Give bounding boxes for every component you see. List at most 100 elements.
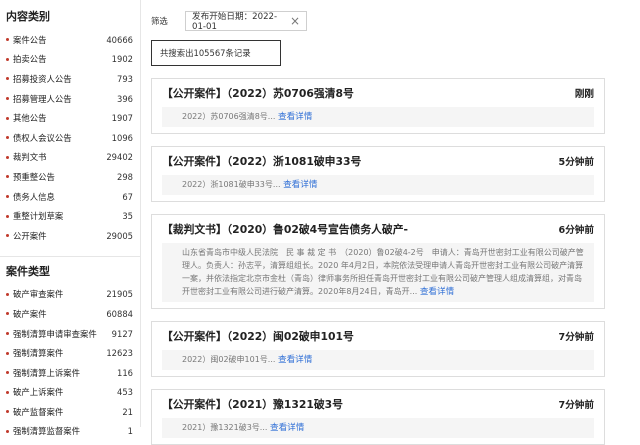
sidebar-item-label: 其他公告 [13,113,47,124]
sidebar-item[interactable]: 强制清算案件 12623 [0,343,140,363]
sidebar-item[interactable]: 破产案件 60884 [0,304,140,324]
result-snippet: 山东省青岛市中级人民法院 民 事 裁 定 书 （2020）鲁02破4-2号 申请… [182,248,584,296]
sidebar-item[interactable]: 预重整公告 298 [0,167,140,187]
sidebar-item-label: 预重整公告 [13,171,55,182]
sidebar-item[interactable]: 强制清算监督案件 1 [0,422,140,442]
sidebar-divider [0,255,140,257]
sidebar-item-count: 793 [117,73,133,84]
bullet-icon [6,214,9,218]
sidebar-item-label: 强制清算监督案件 [13,426,80,437]
sidebar-item-left: 重整计划草案 [6,210,63,222]
filter-row: 筛选 发布开始日期：2022-01-01 × [151,10,640,32]
sidebar-item[interactable]: 强制清算上诉案件 116 [0,363,140,383]
result-snippet-box: 山东省青岛市中级人民法院 民 事 裁 定 书 （2020）鲁02破4-2号 申请… [162,243,594,302]
filter-chip-publish-date[interactable]: 发布开始日期：2022-01-01 × [185,11,307,32]
view-details-link[interactable]: 查看详情 [278,355,312,365]
sidebar-item-count: 453 [117,387,133,398]
result-snippet: 2022）闽02破申101号... [182,355,276,364]
bullet-icon [6,57,9,61]
sidebar-item[interactable]: 破产上诉案件 453 [0,383,140,403]
sidebar-item[interactable]: 公开案件 29005 [0,226,140,246]
sidebar-item[interactable]: 案件公告 40666 [0,30,140,50]
bullet-icon [6,38,9,42]
view-details-link[interactable]: 查看详情 [420,287,454,297]
result-card[interactable]: 【公开案件】（2021）豫1321破3号 7分钟前 2021）豫1321破3号...… [151,389,605,445]
result-snippet-box: 2022）苏0706强清8号... 查看详情 [162,107,594,127]
sidebar-item-count: 40666 [106,34,133,45]
result-card[interactable]: 【公开案件】（2022）浙1081破申33号 5分钟前 2022）浙1081破申33… [151,146,605,202]
result-card[interactable]: 【公开案件】（2022）苏0706强清8号 刚刚 2022）苏0706强清8号...… [151,78,605,134]
filter-label: 筛选 [151,16,168,26]
sidebar-item-label: 招募管理人公告 [13,93,72,104]
sidebar-item-count: 298 [117,171,133,182]
bullet-icon [6,195,9,199]
result-title[interactable]: 【裁判文书】（2020）鲁02破4号宣告债务人破产- [162,221,408,237]
bullet-icon [6,97,9,101]
sidebar-item-count: 60884 [106,308,133,319]
sidebar-item-left: 破产监督案件 [6,406,63,418]
sidebar-item-label: 破产案件 [13,308,47,319]
bullet-icon [6,410,9,414]
sidebar-item-count: 21905 [106,289,133,300]
sidebar-item[interactable]: 债务人信息 67 [0,187,140,207]
sidebar-item[interactable]: 破产审查案件 21905 [0,285,140,305]
sidebar-item-label: 招募投资人公告 [13,73,72,84]
sidebar-item[interactable]: 拍卖公告 1902 [0,50,140,70]
bullet-icon [6,175,9,179]
sidebar-item-left: 拍卖公告 [6,53,47,65]
sidebar-item[interactable]: 招募管理人公告 396 [0,89,140,109]
result-time: 7分钟前 [558,400,594,411]
close-icon[interactable]: × [290,14,300,28]
sidebar-item-label: 强制清算申请审查案件 [13,328,97,339]
sidebar-item-count: 1 [127,426,133,437]
sidebar-item-left: 裁判文书 [6,151,47,163]
result-title[interactable]: 【公开案件】（2022）闽02破申101号 [162,328,354,344]
bullet-icon [6,312,9,316]
sidebar: 内容类别 案件公告 40666 拍卖公告 1902 招募投资人公告 793 招募管理人公告 3… [0,0,141,436]
bullet-icon [6,371,9,375]
sidebar-item[interactable]: 债权人会议公告 1096 [0,128,140,148]
sidebar-item-count: 12623 [106,348,133,359]
result-snippet-box: 2022）闽02破申101号... 查看详情 [162,350,594,370]
result-snippet: 2022）苏0706强清8号... [182,112,276,121]
content-type-title: 内容类别 [6,10,50,23]
content-type-section: 内容类别 案件公告 40666 拍卖公告 1902 招募投资人公告 793 招募管理人公告 3… [0,8,140,246]
sidebar-item-left: 公开案件 [6,230,47,242]
view-details-link[interactable]: 查看详情 [278,112,312,122]
result-title[interactable]: 【公开案件】（2022）浙1081破申33号 [162,153,361,169]
sidebar-item-label: 裁判文书 [13,152,47,163]
sidebar-item-count: 1907 [111,113,133,124]
result-time: 5分钟前 [558,157,594,168]
result-time: 7分钟前 [558,332,594,343]
sidebar-item-count: 29005 [106,230,133,241]
sidebar-item[interactable]: 强制清算申请审查案件 9127 [0,324,140,344]
sidebar-item-count: 9127 [111,328,133,339]
sidebar-item-left: 强制清算上诉案件 [6,367,80,379]
sidebar-item-left: 招募投资人公告 [6,73,72,85]
result-title[interactable]: 【公开案件】（2021）豫1321破3号 [162,396,343,412]
sidebar-item-label: 重整计划草案 [13,211,64,222]
sidebar-item[interactable]: 重整计划草案 35 [0,206,140,226]
main-content: 筛选 发布开始日期：2022-01-01 × 共搜索出105567条记录 【公开… [141,0,640,445]
sidebar-item-count: 67 [122,191,133,202]
result-title[interactable]: 【公开案件】（2022）苏0706强清8号 [162,85,354,101]
sidebar-item[interactable]: 裁判文书 29402 [0,148,140,168]
bullet-icon [6,155,9,159]
sidebar-item[interactable]: 其他公告 1907 [0,108,140,128]
bullet-icon [6,292,9,296]
result-time: 刚刚 [574,89,594,100]
sidebar-item-left: 破产上诉案件 [6,386,63,398]
bullet-icon [6,390,9,394]
sidebar-item-count: 396 [117,93,133,104]
sidebar-item-label: 拍卖公告 [13,54,47,65]
sidebar-item-left: 债务人信息 [6,191,55,203]
result-card[interactable]: 【公开案件】（2022）闽02破申101号 7分钟前 2022）闽02破申101号.… [151,321,605,377]
sidebar-item[interactable]: 招募投资人公告 793 [0,69,140,89]
sidebar-item[interactable]: 破产监督案件 21 [0,402,140,422]
view-details-link[interactable]: 查看详情 [283,180,317,190]
sidebar-item-count: 35 [122,211,133,222]
result-card[interactable]: 【裁判文书】（2020）鲁02破4号宣告债务人破产- 6分钟前 山东省青岛市中级人民… [151,214,605,309]
view-details-link[interactable]: 查看详情 [270,423,304,433]
sidebar-item-count: 21 [122,406,133,417]
sidebar-item-left: 案件公告 [6,34,47,46]
